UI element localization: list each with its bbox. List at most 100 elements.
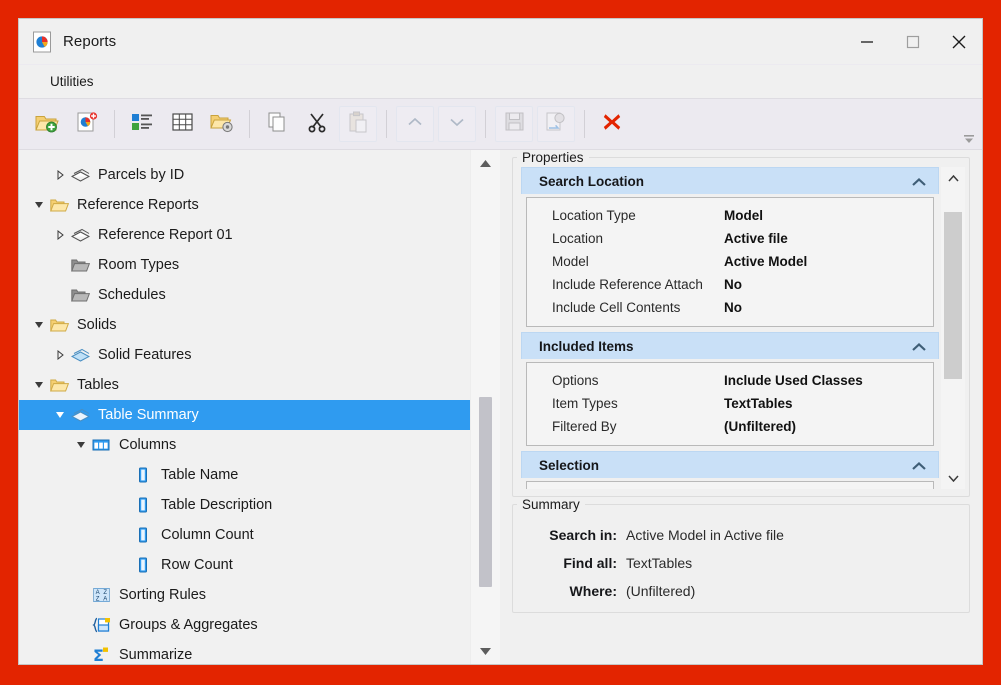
tree-item-room-types[interactable]: Room Types [19,250,471,280]
properties-vertical-scrollbar[interactable] [941,167,965,489]
maximize-button[interactable] [890,19,936,64]
twisty-collapsed-icon[interactable] [51,230,69,240]
list-view-button[interactable] [124,107,160,141]
property-value[interactable]: Active Model [724,254,807,269]
svg-text:A: A [95,590,99,596]
tree-item-table-description[interactable]: Table Description [19,490,471,520]
move-down-button[interactable] [438,106,476,142]
tree-item-label: Schedules [98,286,166,303]
property-value[interactable]: No [724,277,742,292]
tree-item-solids[interactable]: Solids [19,310,471,340]
report-icon [69,168,91,183]
property-row[interactable]: Location Type Model [527,204,933,227]
save-button[interactable] [495,106,533,142]
property-value[interactable]: Active file [724,231,788,246]
folder-gray-icon [69,287,91,303]
grid-button[interactable] [164,107,200,141]
tree-item-table-name[interactable]: Table Name [19,460,471,490]
tree-item-row-count[interactable]: Row Count [19,550,471,580]
chevron-up-icon[interactable] [911,175,927,193]
twisty-collapsed-icon[interactable] [51,350,69,360]
toolbar-separator [485,110,486,138]
property-row[interactable]: Include Cell Contents No [527,296,933,319]
svg-text:Σ: Σ [93,647,104,663]
property-row[interactable]: Item Types TextTables [527,392,933,415]
twisty-expanded-icon[interactable] [30,380,48,390]
export-button[interactable] [537,106,575,142]
property-value[interactable]: TextTables [724,396,793,411]
tree-item-label: Summarize [119,646,193,663]
twisty-collapsed-icon[interactable] [51,170,69,180]
chevron-up-icon[interactable] [911,340,927,358]
property-group-header[interactable]: Search Location [521,167,939,194]
paste-button[interactable] [339,106,377,142]
property-name: Model [552,254,589,269]
twisty-expanded-icon[interactable] [51,410,69,420]
chevron-down-icon [448,115,466,134]
report-blue-icon [69,408,91,423]
property-row[interactable]: Include Reference Attach No [527,273,933,296]
properties-list[interactable]: Search Location Location Type Model Locatio… [521,167,939,489]
twisty-expanded-icon[interactable] [30,320,48,330]
twisty-expanded-icon[interactable] [30,200,48,210]
property-group-header[interactable]: Selection [521,451,939,478]
toolbar [19,98,982,150]
scroll-down-arrow-icon[interactable] [471,638,500,664]
tree-vertical-scrollbar[interactable] [470,150,500,664]
window-title: Reports [63,33,117,50]
tree-item-label: Solids [77,316,117,333]
minimize-button[interactable] [844,19,890,64]
summary-row: Search in: Active Model in Active file [525,521,969,549]
property-row[interactable]: Location Active file [527,227,933,250]
tree-item-column-count[interactable]: Column Count [19,520,471,550]
property-value[interactable]: Model [724,208,763,223]
property-row[interactable]: Options Include Used Classes [527,369,933,392]
scroll-down-arrow-icon[interactable] [941,467,965,489]
scroll-up-arrow-icon[interactable] [471,150,500,176]
export-document-icon [545,111,567,137]
column-field-icon [132,467,154,483]
toolbar-separator [249,110,250,138]
tree-item-parcels-by-id[interactable]: Parcels by ID [19,160,471,190]
tree-row-clipped[interactable] [19,150,471,160]
property-name: Filtered By [552,419,617,434]
property-name: Include Reference Attach [552,277,703,292]
tree-item-columns[interactable]: Columns [19,430,471,460]
cut-button[interactable] [299,107,335,141]
menu-item-utilities[interactable]: Utilities [41,70,103,93]
folder-settings-button[interactable] [204,107,240,141]
close-button[interactable] [936,19,982,64]
property-row[interactable]: Filtered By (Unfiltered) [527,415,933,438]
property-value[interactable]: Include Used Classes [724,373,863,388]
tree-item-summarize[interactable]: Σ Summarize [19,640,471,664]
tree-item-table-summary[interactable]: Table Summary [19,400,471,430]
toolbar-overflow-icon[interactable] [962,132,976,146]
scroll-up-arrow-icon[interactable] [941,167,965,189]
report-tree[interactable]: Parcels by ID Reference Reports Reference … [19,150,471,664]
property-value[interactable]: No [724,300,742,315]
property-value[interactable]: (Unfiltered) [724,419,796,434]
property-row[interactable]: Model Active Model [527,250,933,273]
twisty-expanded-icon[interactable] [72,440,90,450]
report-tree-pane: Parcels by ID Reference Reports Reference … [19,150,500,664]
copy-button[interactable] [259,107,295,141]
properties-scrollbar-thumb[interactable] [944,211,962,379]
tree-item-tables[interactable]: Tables [19,370,471,400]
tree-item-solid-features[interactable]: Solid Features [19,340,471,370]
tree-item-sorting-rules[interactable]: A Z Z A Sorting Rules [19,580,471,610]
property-group-header[interactable]: Included Items [521,332,939,359]
reports-window: Reports Utilities Parcels by ID Referenc… [18,18,983,665]
new-report-button[interactable] [69,107,105,141]
tree-item-schedules[interactable]: Schedules [19,280,471,310]
chevron-up-icon[interactable] [911,459,927,477]
toolbar-separator [386,110,387,138]
delete-button[interactable] [594,107,630,141]
tree-item-reference-report-01[interactable]: Reference Report 01 [19,220,471,250]
property-row[interactable]: Selection TypeAll [527,488,933,489]
tree-scrollbar-thumb[interactable] [479,397,492,588]
grid-icon [171,111,194,138]
move-up-button[interactable] [396,106,434,142]
tree-item-reference-reports[interactable]: Reference Reports [19,190,471,220]
tree-item-groups-aggregates[interactable]: Groups & Aggregates [19,610,471,640]
new-folder-button[interactable] [29,107,65,141]
